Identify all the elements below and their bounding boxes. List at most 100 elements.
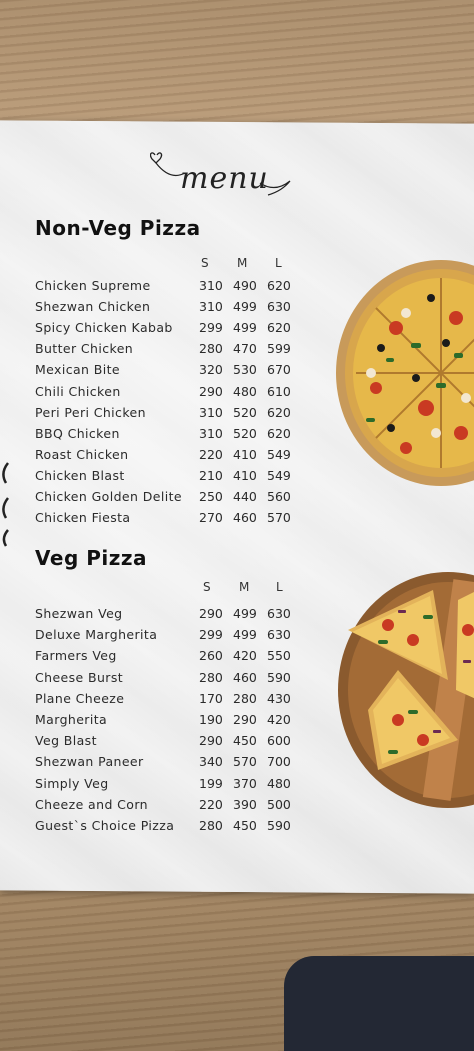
price-m: 450	[233, 733, 257, 749]
menu-title: menu	[180, 161, 269, 196]
price-s: 310	[199, 278, 223, 293]
veg-pizza-image	[338, 570, 474, 810]
price-m: 410	[233, 446, 257, 462]
item-name: Farmers Veg	[35, 648, 117, 664]
size-m-header: M	[237, 256, 248, 270]
price-l: 630	[267, 606, 291, 621]
nonveg-menu-row: Chicken Golden Delite 250 440 560	[35, 489, 300, 509]
nonveg-menu-row: Spicy Chicken Kabab 299 499 620	[35, 320, 300, 340]
veg-menu-row: Plane Cheeze 170 280 430	[35, 691, 300, 711]
nonveg-menu-row: Mexican Bite 320 530 670	[35, 362, 300, 382]
veg-size-m-header: M	[239, 580, 250, 594]
veg-menu-row: Guest`s Choice Pizza 280 450 590	[35, 818, 300, 838]
nonveg-menu-row: Chicken Supreme 310 490 620	[35, 278, 300, 298]
item-name: Roast Chicken	[35, 446, 129, 462]
price-m: 290	[233, 712, 257, 727]
item-name: Margherita	[35, 712, 108, 727]
nonveg-menu-row: Shezwan Chicken 310 499 630	[35, 299, 300, 319]
price-s: 210	[199, 467, 223, 483]
price-m: 480	[233, 383, 257, 399]
price-s: 299	[199, 320, 223, 336]
price-s: 310	[199, 425, 223, 441]
menu-heading: menu	[150, 152, 300, 210]
veg-size-s-header: S	[203, 580, 211, 594]
item-name: Shezwan Chicken	[35, 299, 151, 315]
price-s: 310	[199, 404, 223, 420]
price-s: 220	[199, 796, 223, 812]
price-l: 590	[267, 669, 291, 685]
veg-menu-row: Deluxe Margherita 299 499 630	[35, 627, 300, 647]
price-m: 520	[233, 404, 257, 420]
price-l: 430	[267, 690, 291, 706]
price-l: 610	[267, 383, 291, 399]
price-s: 260	[199, 648, 223, 664]
price-l: 420	[267, 712, 291, 727]
price-s: 299	[199, 627, 223, 643]
price-s: 290	[199, 383, 223, 399]
veg-size-l-header: L	[276, 580, 283, 594]
price-m: 280	[233, 690, 257, 706]
veg-menu-row: Shezwan Veg 290 499 630	[35, 606, 300, 626]
veg-menu-row: Cheeze and Corn 220 390 500	[35, 797, 300, 817]
veg-menu-row: Margherita 190 290 420	[35, 712, 300, 732]
item-name: Chili Chicken	[35, 383, 121, 399]
price-s: 170	[199, 690, 223, 706]
item-name: Spicy Chicken Kabab	[35, 320, 173, 336]
price-m: 570	[233, 754, 257, 770]
price-l: 549	[267, 467, 291, 483]
price-l: 570	[267, 510, 291, 526]
price-l: 600	[267, 733, 291, 749]
item-name: Cheese Burst	[35, 669, 124, 685]
price-s: 270	[199, 510, 223, 526]
veg-title: Veg Pizza	[35, 546, 148, 570]
price-s: 310	[199, 299, 223, 315]
price-m: 390	[233, 796, 257, 812]
nonveg-menu-row: Peri Peri Chicken 310 520 620	[35, 405, 300, 425]
price-s: 320	[199, 362, 223, 378]
item-name: Guest`s Choice Pizza	[35, 818, 175, 833]
price-s: 280	[199, 669, 223, 685]
veg-menu-row: Simply Veg 199 370 480	[35, 776, 300, 796]
size-s-header: S	[201, 256, 209, 270]
nonveg-menu-row: Roast Chicken 220 410 549	[35, 447, 300, 467]
item-name: Chicken Blast	[35, 467, 125, 483]
veg-menu-row: Cheese Burst 280 460 590	[35, 670, 300, 690]
nonveg-menu-row: Chili Chicken 290 480 610	[35, 384, 300, 404]
item-name: Shezwan Paneer	[35, 754, 144, 770]
price-m: 450	[233, 818, 257, 833]
price-m: 520	[233, 425, 257, 441]
veg-menu-row: Shezwan Paneer 340 570 700	[35, 754, 300, 774]
item-name: Veg Blast	[35, 733, 97, 749]
dark-object	[284, 956, 474, 1051]
veg-menu-row: Veg Blast 290 450 600	[35, 733, 300, 753]
item-name: Deluxe Margherita	[35, 627, 158, 643]
item-name: Cheeze and Corn	[35, 796, 148, 812]
price-l: 630	[267, 299, 291, 315]
price-l: 500	[267, 796, 291, 812]
item-name: Shezwan Veg	[35, 606, 123, 621]
price-l: 590	[267, 818, 291, 833]
price-s: 340	[199, 754, 223, 770]
nonveg-menu-row: BBQ Chicken 310 520 620	[35, 426, 300, 446]
price-m: 460	[233, 510, 257, 526]
nonveg-menu-row: Chicken Blast 210 410 549	[35, 468, 300, 488]
price-m: 370	[233, 775, 257, 791]
price-s: 280	[199, 341, 223, 357]
price-s: 199	[199, 775, 223, 791]
price-l: 549	[267, 446, 291, 462]
item-name: Chicken Supreme	[35, 278, 151, 293]
price-m: 499	[233, 299, 257, 315]
price-l: 620	[267, 404, 291, 420]
price-s: 280	[199, 818, 223, 833]
price-l: 550	[267, 648, 291, 664]
item-name: Simply Veg	[35, 775, 109, 791]
veg-menu-row: Farmers Veg 260 420 550	[35, 648, 300, 668]
non-veg-title: Non-Veg Pizza	[35, 216, 201, 240]
price-s: 290	[199, 606, 223, 621]
item-name: Butter Chicken	[35, 341, 134, 357]
item-name: Plane Cheeze	[35, 690, 125, 706]
item-name: Peri Peri Chicken	[35, 404, 146, 420]
nonveg-menu-row: Butter Chicken 280 470 599	[35, 341, 300, 361]
price-l: 620	[267, 425, 291, 441]
price-s: 290	[199, 733, 223, 749]
